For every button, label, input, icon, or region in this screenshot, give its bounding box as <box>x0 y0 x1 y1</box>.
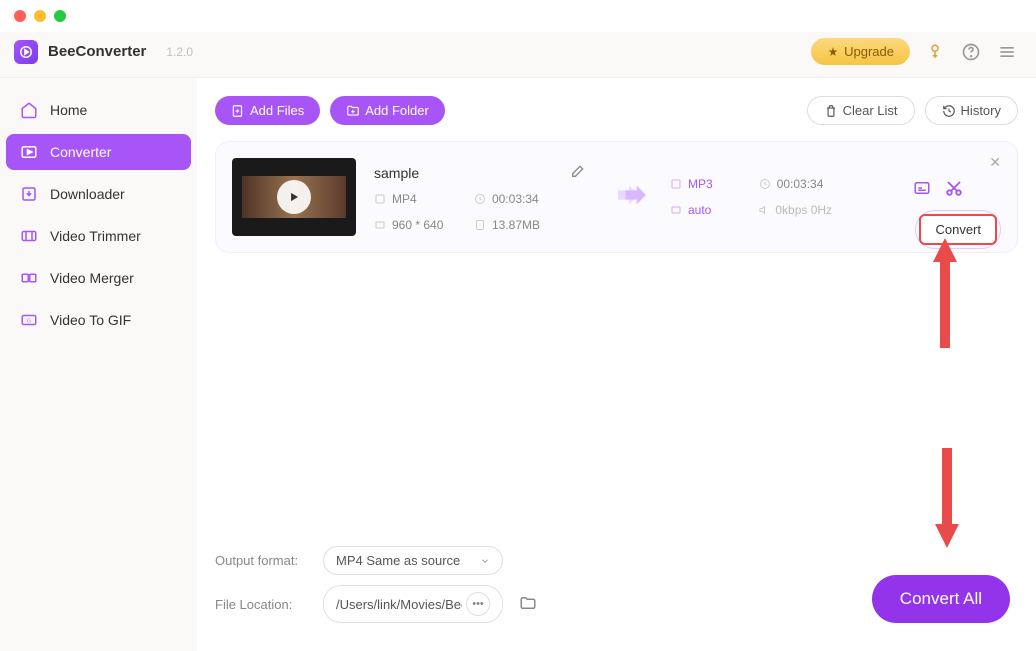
sidebar-item-label: Converter <box>50 144 111 160</box>
clear-list-label: Clear List <box>843 103 898 118</box>
play-icon <box>277 180 311 214</box>
app-name: BeeConverter <box>48 43 146 60</box>
sidebar-item-trimmer[interactable]: Video Trimmer <box>6 218 191 254</box>
key-icon[interactable] <box>924 41 946 63</box>
menu-icon[interactable] <box>996 41 1018 63</box>
output-format-label: Output format: <box>215 553 307 568</box>
open-folder-icon[interactable] <box>519 594 537 615</box>
file-location-label: File Location: <box>215 597 307 612</box>
converter-icon <box>20 143 38 161</box>
edit-name-icon[interactable] <box>570 163 586 184</box>
annotation-arrow-2 <box>933 448 961 548</box>
output-audio: 0kbps 0Hz <box>757 203 832 217</box>
merger-icon <box>20 269 38 287</box>
add-folder-label: Add Folder <box>365 103 429 118</box>
output-duration: 00:03:34 <box>759 177 824 191</box>
sidebar-item-home[interactable]: Home <box>6 92 191 128</box>
convert-all-button[interactable]: Convert All <box>872 575 1010 623</box>
sidebar-item-label: Video Trimmer <box>50 228 141 244</box>
file-location-field: /Users/link/Movies/BeeC ••• <box>323 585 503 623</box>
clear-list-button[interactable]: Clear List <box>807 96 915 125</box>
window-minimize[interactable] <box>34 10 46 22</box>
input-format: MP4 <box>374 192 474 206</box>
upgrade-label: Upgrade <box>844 44 894 59</box>
window-maximize[interactable] <box>54 10 66 22</box>
annotation-arrow-1 <box>931 238 959 348</box>
trimmer-icon <box>20 227 38 245</box>
window-close[interactable] <box>14 10 26 22</box>
input-duration: 00:03:34 <box>474 192 574 206</box>
more-options-icon[interactable]: ••• <box>466 592 490 616</box>
remove-file-icon[interactable]: ✕ <box>989 154 1001 171</box>
main-content: Add Files Add Folder Clear List History <box>197 78 1036 651</box>
gif-icon: G <box>20 311 38 329</box>
sidebar-item-merger[interactable]: Video Merger <box>6 260 191 296</box>
history-button[interactable]: History <box>925 96 1018 125</box>
header: BeeConverter 1.2.0 Upgrade <box>0 32 1036 78</box>
arrow-icon <box>618 185 646 210</box>
output-quality[interactable]: auto <box>670 203 711 217</box>
video-thumbnail[interactable] <box>232 158 356 236</box>
download-icon <box>20 185 38 203</box>
add-folder-button[interactable]: Add Folder <box>330 96 445 125</box>
sidebar-item-downloader[interactable]: Downloader <box>6 176 191 212</box>
svg-text:G: G <box>27 318 31 324</box>
app-icon <box>14 40 38 64</box>
upgrade-button[interactable]: Upgrade <box>811 38 910 65</box>
window-controls <box>0 0 1036 32</box>
output-format-select[interactable]: MP4 Same as source <box>323 546 503 575</box>
input-resolution: 960 * 640 <box>374 218 474 232</box>
trim-icon[interactable] <box>945 179 963 202</box>
sidebar-item-label: Video To GIF <box>50 312 131 328</box>
sidebar-item-gif[interactable]: G Video To GIF <box>6 302 191 338</box>
help-icon[interactable] <box>960 41 982 63</box>
sidebar-item-converter[interactable]: Converter <box>6 134 191 170</box>
sidebar-item-label: Video Merger <box>50 270 134 286</box>
input-size: 13.87MB <box>474 218 574 232</box>
file-card: sample MP4 00:03:34 960 * 640 13.87MB <box>215 141 1018 253</box>
subtitle-icon[interactable] <box>913 179 931 202</box>
sidebar-item-label: Home <box>50 102 87 118</box>
sidebar: Home Converter Downloader Video Trimmer … <box>0 78 197 651</box>
file-name: sample <box>374 165 419 181</box>
output-format[interactable]: MP3 <box>670 177 713 191</box>
history-label: History <box>961 103 1001 118</box>
app-version: 1.2.0 <box>166 45 193 59</box>
sidebar-item-label: Downloader <box>50 186 125 202</box>
home-icon <box>20 101 38 119</box>
add-files-button[interactable]: Add Files <box>215 96 320 125</box>
add-files-label: Add Files <box>250 103 304 118</box>
